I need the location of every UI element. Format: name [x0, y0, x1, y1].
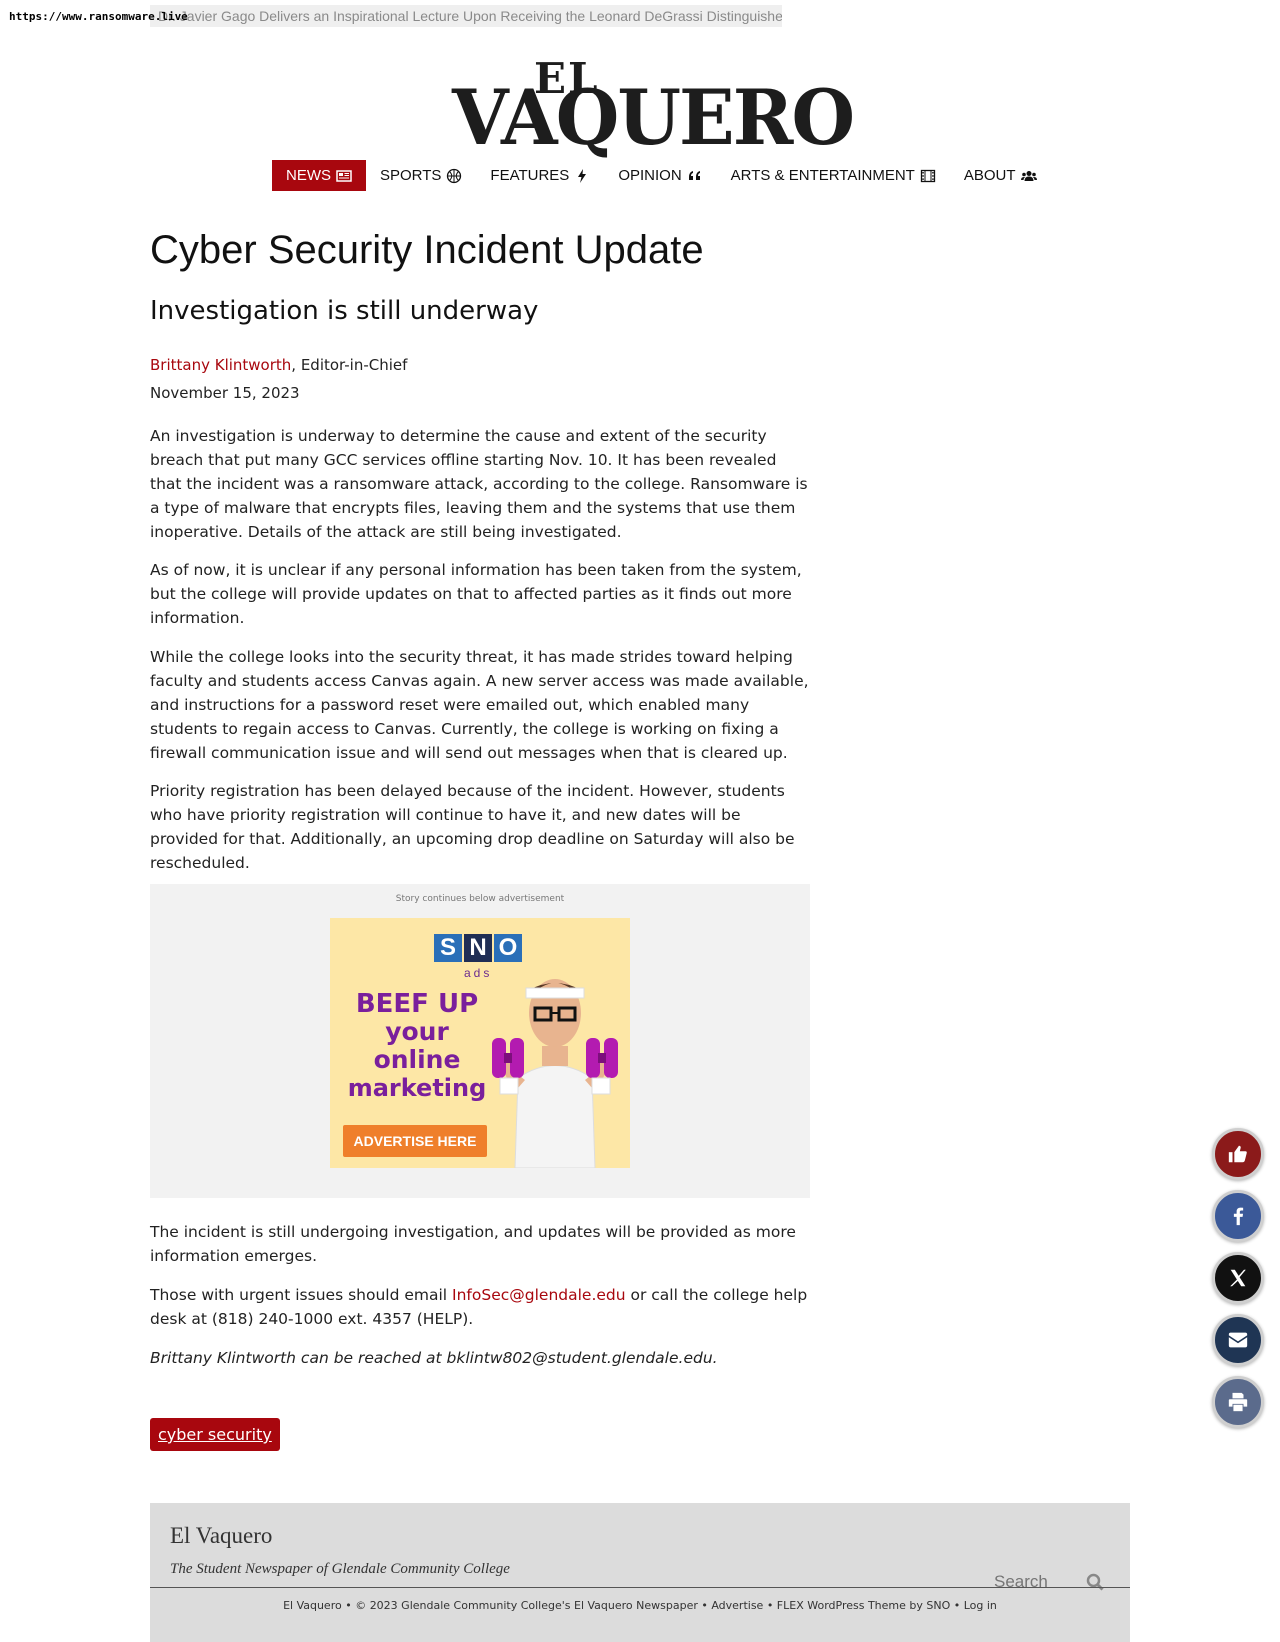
logo-vaquero: VAQUERO [452, 73, 855, 162]
quote-icon [688, 170, 700, 180]
ad-line: your [385, 1017, 449, 1046]
site-footer: El Vaquero The Student Newspaper of Glen… [150, 1503, 1130, 1642]
envelope-icon [1228, 1332, 1248, 1348]
contact-paragraph: Those with urgent issues should email In… [150, 1283, 810, 1331]
footer-site-title[interactable]: El Vaquero [170, 1523, 272, 1549]
nav-label: OPINION [618, 167, 682, 184]
like-button[interactable] [1212, 1128, 1264, 1180]
thumbs-up-icon [1228, 1145, 1247, 1163]
users-icon [1020, 170, 1037, 181]
article-paragraph: While the college looks into the securit… [150, 648, 809, 762]
footer-copyright[interactable]: El Vaquero • © 2023 Glendale Community C… [150, 1599, 1130, 1612]
footer-tagline: The Student Newspaper of Glendale Commun… [170, 1561, 510, 1577]
bolt-icon [578, 168, 587, 183]
printer-icon [1228, 1392, 1248, 1412]
x-icon [1230, 1269, 1246, 1287]
basketball-icon [447, 168, 462, 183]
article-paragraph: Priority registration has been delayed b… [150, 782, 795, 872]
article-headline: Cyber Security Incident Update [150, 228, 704, 272]
article-subheadline: Investigation is still underway [150, 296, 539, 326]
facebook-share-button[interactable] [1212, 1190, 1264, 1242]
newspaper-icon [336, 169, 352, 182]
email-share-button[interactable] [1212, 1314, 1264, 1366]
nav-arts-entertainment[interactable]: ARTS & ENTERTAINMENT [717, 160, 950, 191]
advertisement-container: Story continues below advertisement SNO … [150, 884, 810, 1198]
ad-label: Story continues below advertisement [395, 894, 565, 904]
nav-news[interactable]: NEWS [272, 160, 366, 191]
article-paragraph: The incident is still undergoing investi… [150, 1223, 796, 1265]
facebook-icon [1233, 1207, 1244, 1226]
nav-about[interactable]: ABOUT [950, 160, 1051, 191]
sno-letter: S [434, 934, 462, 962]
main-nav: NEWS SPORTS FEATURES OPINION ARTS & ENTE… [272, 160, 1051, 191]
nav-opinion[interactable]: OPINION [604, 160, 716, 191]
ad-line: online [373, 1045, 461, 1074]
nav-label: ABOUT [963, 167, 1016, 184]
search-icon[interactable] [1086, 1573, 1104, 1591]
nav-label: NEWS [286, 167, 331, 184]
advertise-here-button[interactable]: ADVERTISE HERE [343, 1125, 487, 1157]
nav-label: ARTS & ENTERTAINMENT [730, 167, 915, 184]
author-link[interactable]: Brittany Klintworth [150, 356, 291, 374]
ad-line: marketing [347, 1074, 487, 1102]
article-date: November 15, 2023 [150, 384, 300, 402]
bodybuilder-illustration [492, 979, 618, 1168]
footer-divider [150, 1587, 1130, 1588]
nav-label: SPORTS [380, 167, 442, 184]
tag-cyber-security[interactable]: cyber security [150, 1418, 280, 1451]
article-paragraph: An investigation is underway to determin… [150, 427, 808, 541]
site-logo[interactable]: EL VAQUERO [452, 50, 855, 158]
sno-ad-banner[interactable]: SNO ads BEEF UP your online marketing AD… [330, 918, 630, 1168]
author-role: , Editor-in-Chief [291, 356, 408, 374]
footer-search [994, 1567, 1104, 1597]
breaking-news-ticker[interactable]: Dr. Javier Gago Delivers an Inspirationa… [150, 5, 782, 27]
nav-features[interactable]: FEATURES [476, 160, 604, 191]
x-share-button[interactable] [1212, 1252, 1264, 1304]
article-byline: Brittany Klintworth, Editor-in-Chief [150, 356, 407, 374]
nav-sports[interactable]: SPORTS [366, 160, 476, 191]
infosec-email-link[interactable]: InfoSec@glendale.edu [452, 1286, 626, 1304]
footer-search-input[interactable] [994, 1572, 1074, 1592]
print-button[interactable] [1212, 1376, 1264, 1428]
ad-line: BEEF UP [355, 989, 479, 1019]
ad-headline: BEEF UP your online marketing [342, 990, 492, 1102]
article-paragraph: As of now, it is unclear if any personal… [150, 561, 802, 627]
contact-text: Those with urgent issues should email [150, 1286, 453, 1304]
author-contact-line: Brittany Klintworth can be reached at bk… [150, 1349, 718, 1367]
page-url: https://www.ransomware.live [9, 10, 188, 23]
nav-label: FEATURES [490, 167, 570, 184]
film-icon [920, 169, 936, 182]
